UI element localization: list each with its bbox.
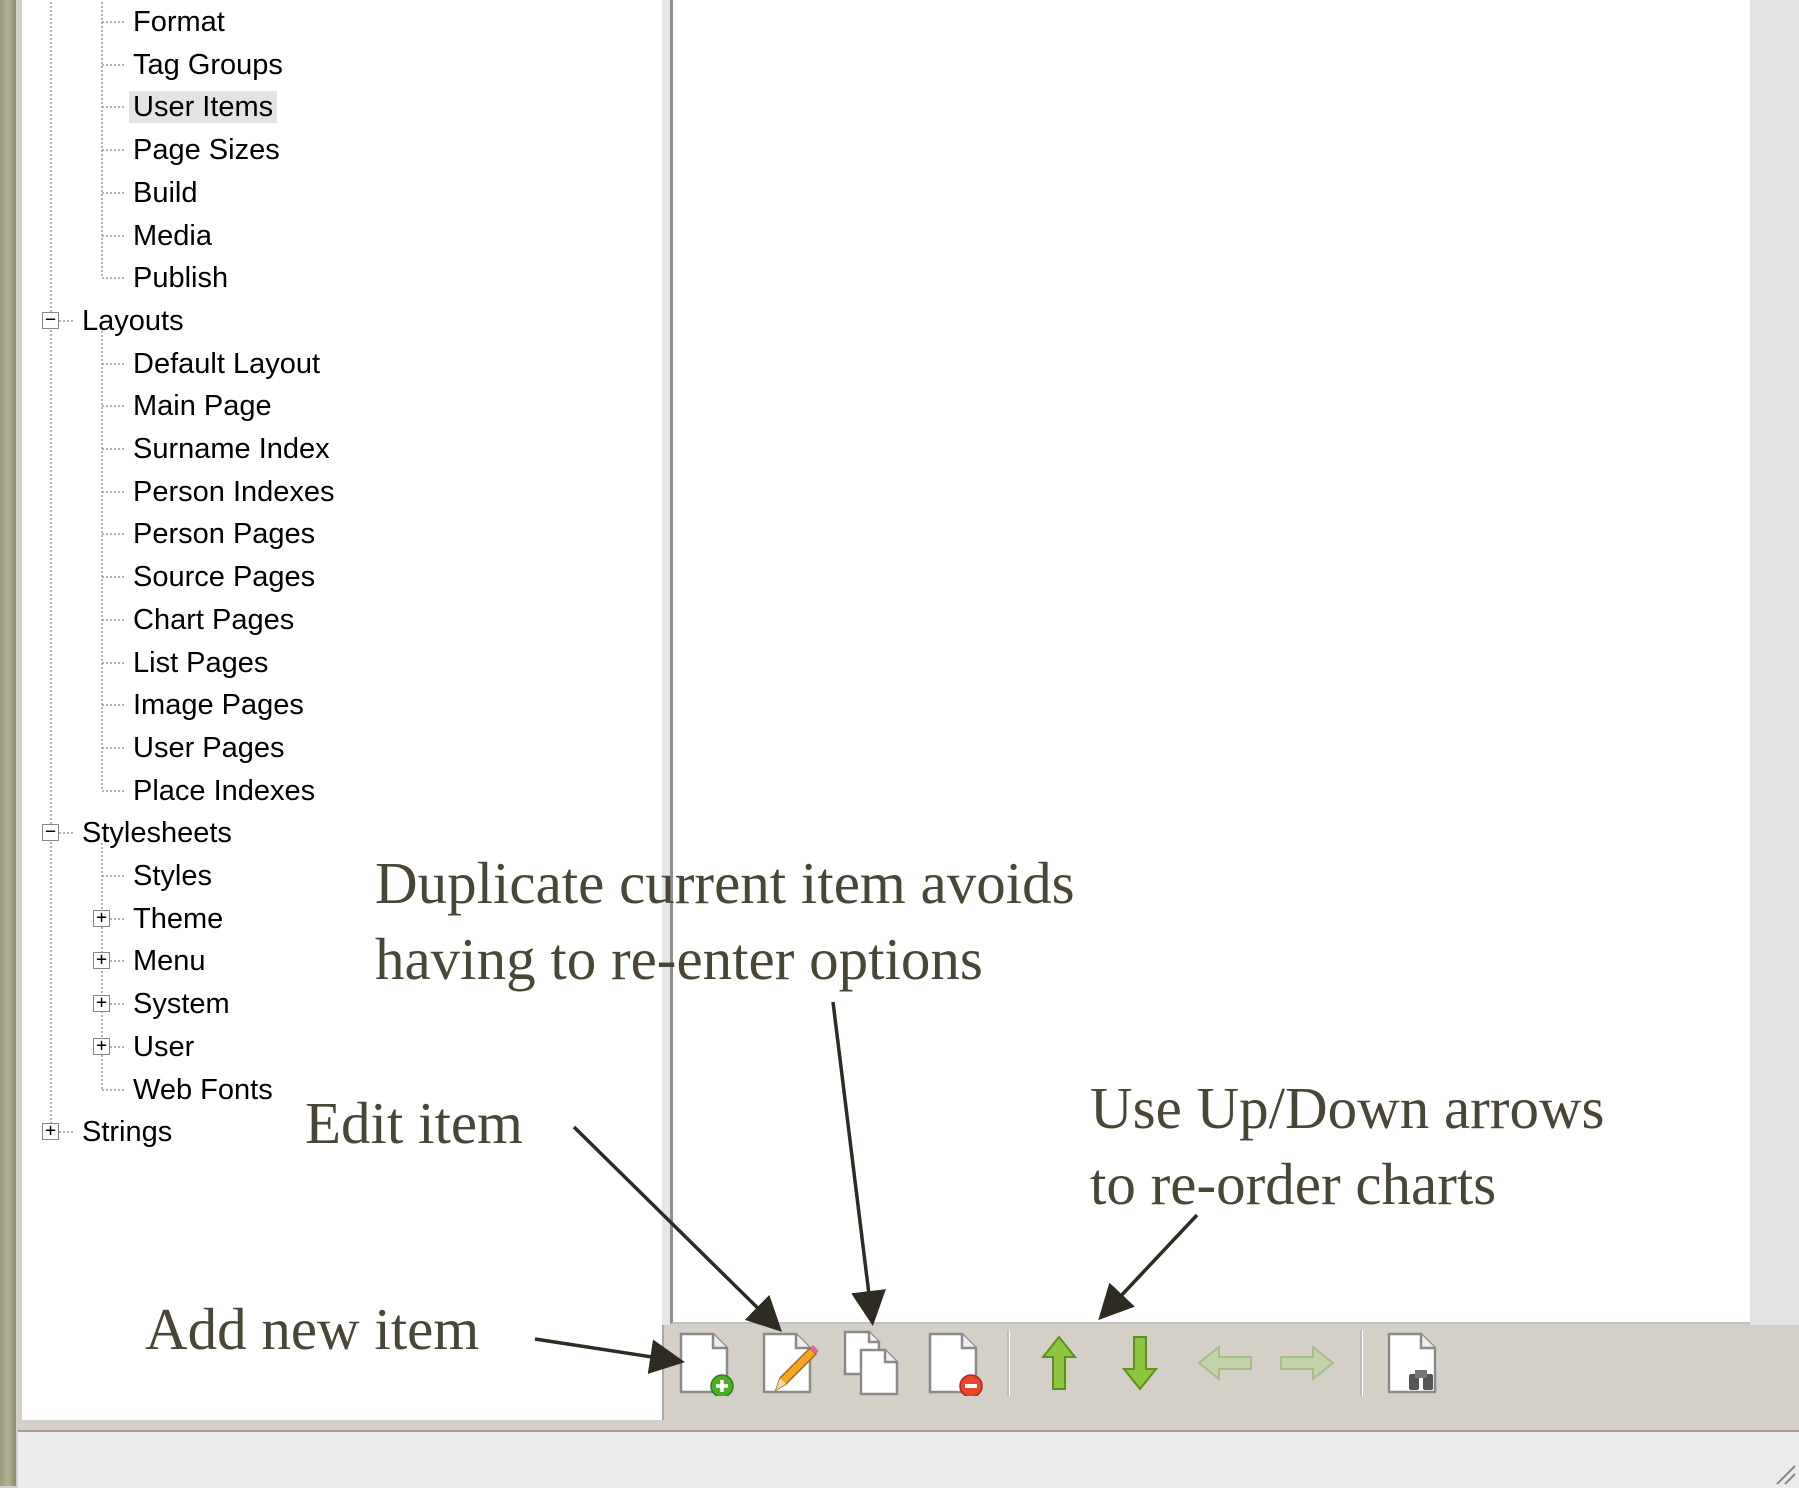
find-button[interactable] <box>1378 1328 1448 1398</box>
collapse-icon[interactable]: − <box>42 823 59 841</box>
tree-item-format[interactable]: Format <box>129 2 229 42</box>
tree-item-label: Theme <box>133 903 224 935</box>
annotation-updown-line1: Use Up/Down arrows <box>1090 1075 1605 1141</box>
page-edit-icon <box>762 1332 819 1394</box>
arrow-right-icon <box>1280 1344 1335 1382</box>
tree-item-label: Layouts <box>82 305 184 337</box>
annotation-edit: Edit item <box>305 1090 523 1156</box>
toolbar-separator <box>1360 1330 1363 1396</box>
tree-item-layouts[interactable]: Layouts <box>78 301 188 341</box>
page-binoculars-icon <box>1387 1332 1437 1394</box>
tree-item-label: Media <box>133 220 212 252</box>
tree-item-list-pages[interactable]: List Pages <box>129 643 272 683</box>
tree-item-styles[interactable]: Styles <box>129 856 216 896</box>
tree-item-user-items[interactable]: User Items <box>129 87 278 127</box>
tree-item-user-pages[interactable]: User Pages <box>129 728 289 768</box>
tree-item-label: Publish <box>133 262 229 294</box>
arrow-down-icon <box>1121 1336 1159 1391</box>
tree-item-label: Styles <box>133 860 212 892</box>
tree-item-stylesheets[interactable]: Stylesheets <box>78 813 236 853</box>
annotation-duplicate-line2: having to re-enter options <box>375 926 983 992</box>
arrow-up-icon <box>1040 1335 1078 1390</box>
tree-item-label: List Pages <box>133 647 269 679</box>
tree-connector-lines <box>50 0 125 1133</box>
tree-item-web-fonts[interactable]: Web Fonts <box>129 1070 277 1110</box>
collapse-icon[interactable]: − <box>42 311 59 329</box>
expand-icon[interactable]: + <box>93 951 110 969</box>
tree-item-label: Surname Index <box>133 433 330 465</box>
panel-splitter[interactable] <box>662 0 670 1325</box>
tree-item-label: Tag Groups <box>133 49 283 81</box>
expand-icon[interactable]: + <box>42 1122 59 1140</box>
annotation-duplicate-line1: Duplicate current item avoids <box>375 850 1075 916</box>
tree-item-system[interactable]: System <box>129 984 234 1024</box>
tree-item-label: Source Pages <box>133 561 316 593</box>
resize-grip-icon[interactable] <box>1771 1460 1797 1486</box>
move-down-button[interactable] <box>1105 1328 1175 1398</box>
tree-item-label: Image Pages <box>133 689 304 721</box>
tree-item-image-pages[interactable]: Image Pages <box>129 685 308 725</box>
move-up-button[interactable] <box>1024 1328 1094 1398</box>
tree-item-main-page[interactable]: Main Page <box>129 386 276 426</box>
window-frame-left <box>0 0 16 1486</box>
tree-item-surname-index[interactable]: Surname Index <box>129 429 334 469</box>
tree-item-source-pages[interactable]: Source Pages <box>129 557 319 597</box>
expand-icon[interactable]: + <box>93 1037 110 1055</box>
page-delete-icon <box>928 1332 983 1396</box>
tree-item-build[interactable]: Build <box>129 173 202 213</box>
annotation-add: Add new item <box>145 1296 480 1362</box>
tree-item-publish[interactable]: Publish <box>129 258 232 298</box>
duplicate-item-button[interactable] <box>836 1328 906 1398</box>
status-bar <box>18 1430 1799 1488</box>
tree-item-label: User Pages <box>133 732 285 764</box>
page-copy-icon <box>843 1330 899 1396</box>
tree-item-label: Stylesheets <box>82 817 232 849</box>
arrow-left-icon <box>1197 1344 1252 1382</box>
tree-item-menu[interactable]: Menu <box>129 941 210 981</box>
tree-item-user[interactable]: User <box>129 1027 198 1067</box>
tree-item-label: Page Sizes <box>133 134 280 166</box>
annotation-updown-line2: to re-order charts <box>1090 1151 1497 1217</box>
right-margin <box>1750 0 1799 1325</box>
tree-item-label: Main Page <box>133 390 272 422</box>
expand-icon[interactable]: + <box>93 909 110 927</box>
tree-item-label: Strings <box>82 1116 173 1148</box>
tree-item-tag-groups[interactable]: Tag Groups <box>129 45 287 85</box>
tree-item-label: Place Indexes <box>133 775 316 807</box>
tree-item-person-indexes[interactable]: Person Indexes <box>129 472 339 512</box>
tree-item-label: Person Pages <box>133 518 316 550</box>
page-add-icon <box>679 1332 734 1396</box>
add-item-button[interactable] <box>670 1328 740 1398</box>
tree-item-label: User Items <box>129 91 278 123</box>
tree-item-label: Chart Pages <box>133 604 295 636</box>
tree-item-label: Menu <box>133 945 206 977</box>
tree-item-media[interactable]: Media <box>129 216 216 256</box>
tree-item-label: User <box>133 1031 195 1063</box>
move-right-button[interactable] <box>1272 1328 1342 1398</box>
delete-item-button[interactable] <box>919 1328 989 1398</box>
tree-item-label: Person Indexes <box>133 476 335 508</box>
tree-item-label: Build <box>133 177 198 209</box>
tree-item-label: Format <box>133 6 225 38</box>
expand-icon[interactable]: + <box>93 994 110 1012</box>
tree-item-page-sizes[interactable]: Page Sizes <box>129 130 284 170</box>
move-left-button[interactable] <box>1190 1328 1260 1398</box>
edit-item-button[interactable] <box>753 1328 823 1398</box>
tree-item-label: Web Fonts <box>133 1074 273 1106</box>
tree-item-person-pages[interactable]: Person Pages <box>129 514 319 554</box>
tree-item-place-indexes[interactable]: Place Indexes <box>129 771 319 811</box>
settings-tree[interactable]: Format Tag Groups User Items Page Sizes Buil… <box>22 0 664 1420</box>
tree-item-default-layout[interactable]: Default Layout <box>129 344 324 384</box>
tree-item-label: Default Layout <box>133 348 321 380</box>
toolbar-separator <box>1007 1330 1010 1396</box>
tree-item-theme[interactable]: Theme <box>129 899 227 939</box>
tree-item-strings[interactable]: Strings <box>78 1112 176 1152</box>
tree-item-label: System <box>133 988 230 1020</box>
tree-item-chart-pages[interactable]: Chart Pages <box>129 600 298 640</box>
